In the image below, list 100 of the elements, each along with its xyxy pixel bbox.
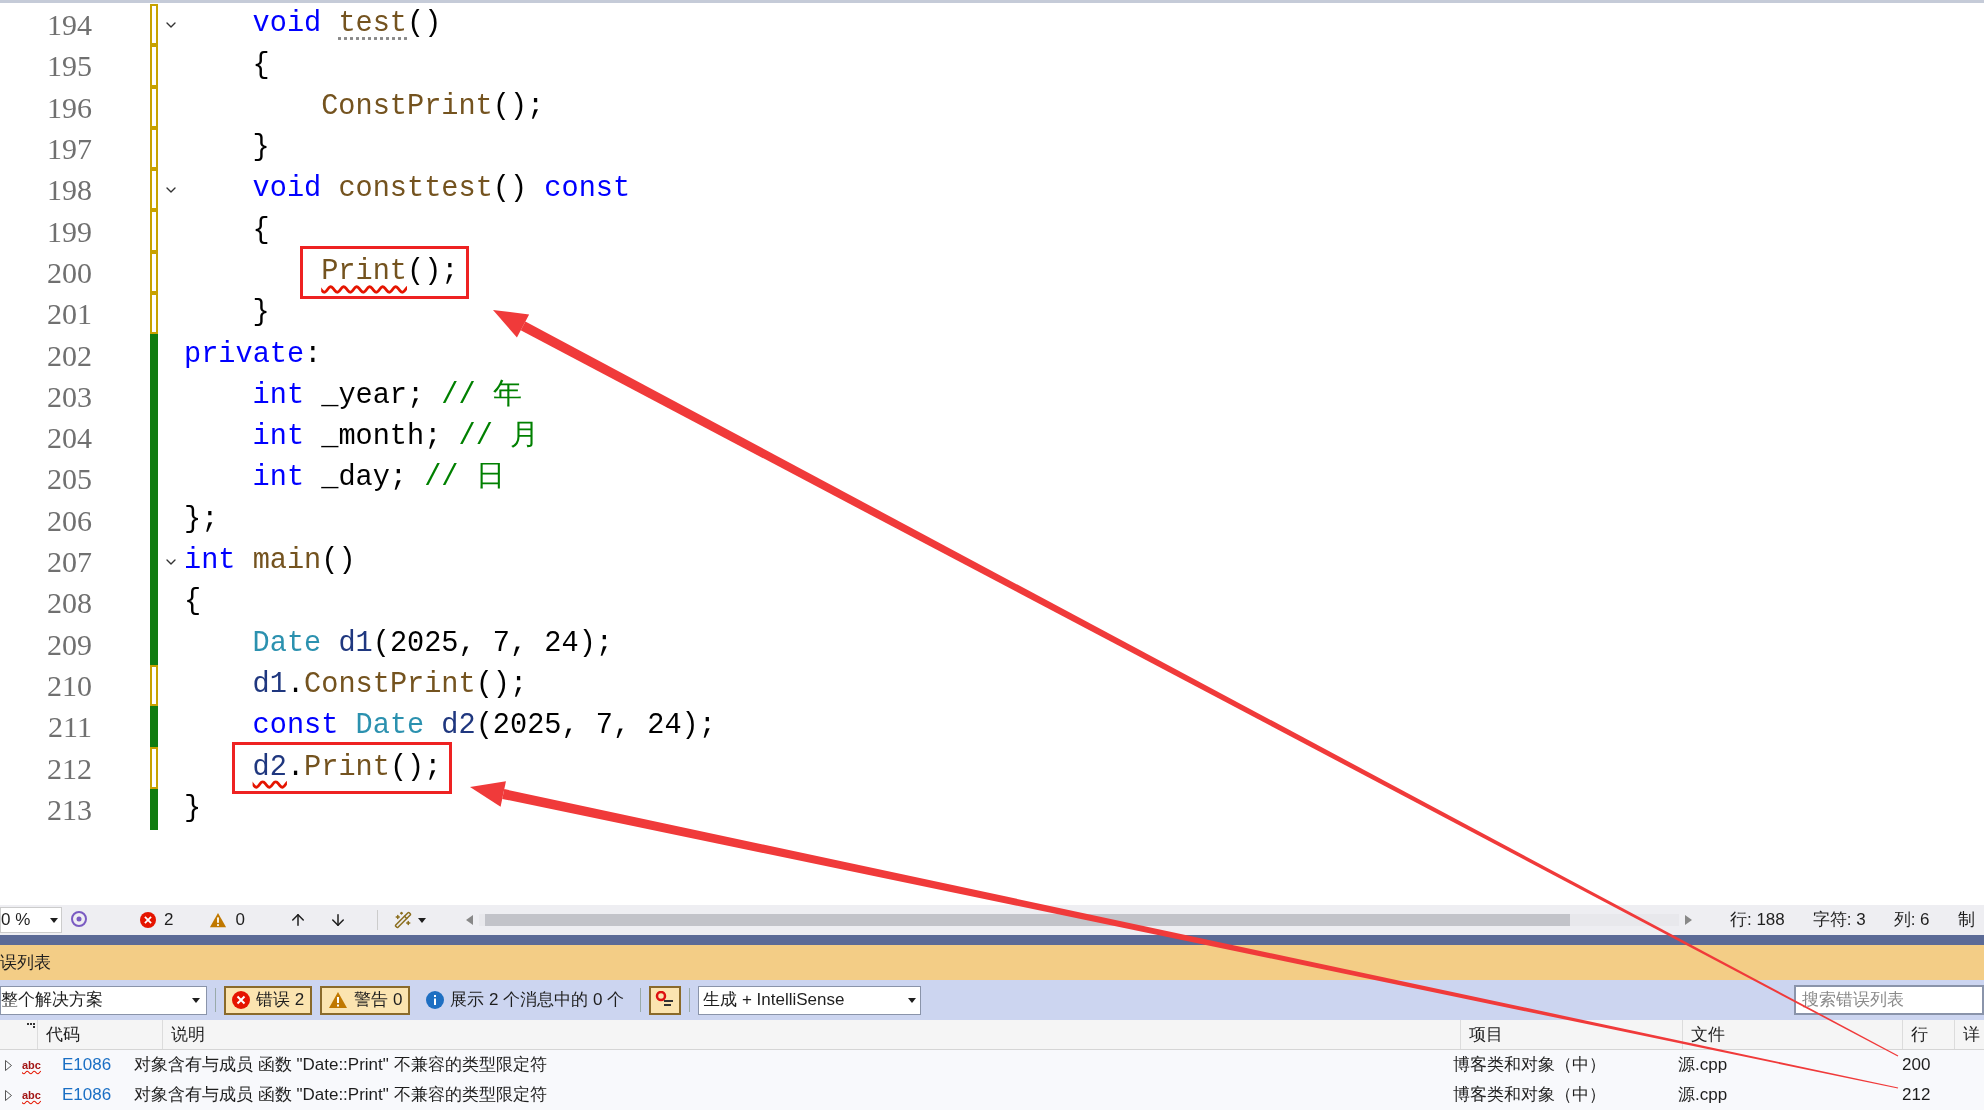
code-token: ConstPrint xyxy=(304,666,476,703)
column-header[interactable]: 说明 xyxy=(171,1021,206,1048)
warning-count[interactable]: 0 xyxy=(235,907,245,933)
code-token: test xyxy=(338,6,408,43)
code-token: // 日 xyxy=(424,460,505,497)
column-header[interactable]: 详 xyxy=(1963,1021,1981,1048)
filter-button[interactable]: 展示 2 个消息中的 0 个 xyxy=(418,985,633,1015)
column-options-icon[interactable] xyxy=(27,1022,36,1029)
file-name: 源.cpp xyxy=(1678,1055,1728,1075)
warning-icon xyxy=(328,991,349,1009)
caret-icon xyxy=(417,917,426,923)
filter-toggle-button[interactable] xyxy=(649,985,682,1015)
code-token: int xyxy=(252,377,305,414)
filter-button[interactable]: 警告 0 xyxy=(320,985,411,1015)
line-number: 200 xyxy=(46,254,92,291)
error-count[interactable]: 2 xyxy=(164,907,174,933)
code-token: }; xyxy=(184,501,219,538)
code-token: (2025, 7, 24); xyxy=(475,708,716,745)
code-token: } xyxy=(252,295,270,332)
line-number-cell: 212 xyxy=(1902,1085,1931,1105)
code-token: _month; xyxy=(320,419,443,456)
cursor-column: 列: 6 xyxy=(1893,907,1930,933)
panel-title: 误列表 xyxy=(0,951,51,974)
code-token: () xyxy=(407,6,442,43)
line-number: 196 xyxy=(46,89,92,126)
error-code-link[interactable]: E1086 xyxy=(62,1085,112,1105)
expand-icon[interactable] xyxy=(5,1089,12,1101)
filter-button[interactable]: 错误 2 xyxy=(224,985,313,1015)
code-token: ConstPrint xyxy=(321,88,493,125)
error-icon xyxy=(140,912,156,928)
line-number: 203 xyxy=(46,378,92,415)
info-icon xyxy=(426,991,445,1009)
expand-icon[interactable] xyxy=(5,1059,12,1071)
scroll-left-icon[interactable] xyxy=(465,915,473,925)
line-number: 205 xyxy=(46,461,92,498)
project-name: 博客类和对象（中） xyxy=(1453,1055,1606,1075)
build-dropdown[interactable]: 生成 + IntelliSense xyxy=(698,985,922,1015)
code-token: void xyxy=(252,171,323,208)
spelling-icon: abc xyxy=(22,1056,48,1074)
code-token: { xyxy=(184,584,202,621)
code-token: Print xyxy=(321,254,407,290)
code-token: const xyxy=(544,171,631,208)
zoom-dropdown[interactable]: 0 % xyxy=(0,907,62,933)
code-token: (); xyxy=(492,88,545,125)
code-token: consttest xyxy=(338,171,493,208)
line-number: 212 xyxy=(46,750,92,787)
line-number: 210 xyxy=(46,667,92,704)
line-number: 199 xyxy=(46,213,92,250)
error-description: 对象含有与成员 函数 "Date::Print" 不兼容的类型限定符 xyxy=(134,1085,547,1105)
project-name: 博客类和对象（中） xyxy=(1453,1085,1606,1105)
spelling-icon: abc xyxy=(22,1086,48,1104)
code-token: { xyxy=(252,212,270,249)
cursor-char: 字符: 3 xyxy=(1812,909,1866,932)
tab-mode: 制 xyxy=(1957,909,1975,932)
code-token: Date xyxy=(252,625,323,662)
code-token: (); xyxy=(475,666,528,703)
code-token: } xyxy=(184,790,202,827)
line-number: 202 xyxy=(46,337,92,374)
line-number: 209 xyxy=(46,626,92,663)
caret-icon xyxy=(192,997,200,1003)
code-token: () xyxy=(321,543,356,580)
code-token: int xyxy=(252,460,305,497)
code-token: main xyxy=(252,543,322,580)
filter-icon xyxy=(655,991,676,1009)
line-number: 195 xyxy=(46,48,92,85)
line-number: 201 xyxy=(46,296,92,333)
scope-dropdown[interactable]: 整个解决方案 xyxy=(0,985,207,1015)
line-number: 207 xyxy=(46,544,92,580)
health-icon xyxy=(70,910,88,930)
code-token: d1 xyxy=(252,666,287,703)
column-header[interactable]: 行 xyxy=(1911,1021,1929,1048)
column-header[interactable]: 项目 xyxy=(1469,1021,1504,1048)
code-token: const xyxy=(252,708,340,745)
code-token: _year; xyxy=(320,377,426,414)
line-number: 198 xyxy=(46,172,92,209)
code-token: d2 xyxy=(252,749,287,786)
error-description: 对象含有与成员 函数 "Date::Print" 不兼容的类型限定符 xyxy=(134,1055,547,1075)
code-token: private xyxy=(184,336,305,373)
column-header[interactable]: 代码 xyxy=(46,1021,81,1048)
cleanup-icon[interactable] xyxy=(393,911,412,929)
error-code-link[interactable]: E1086 xyxy=(62,1055,112,1075)
line-number: 208 xyxy=(46,585,92,622)
code-token: _day; xyxy=(320,460,409,497)
code-token: d2 xyxy=(441,708,476,745)
line-number: 211 xyxy=(47,709,92,746)
code-token: (2025, 7, 24); xyxy=(372,625,613,662)
line-number: 197 xyxy=(46,131,92,168)
caret-icon xyxy=(50,917,58,923)
scroll-right-icon[interactable] xyxy=(1684,915,1692,925)
code-token: } xyxy=(252,130,270,167)
code-token: Print xyxy=(304,749,390,786)
code-token: (); xyxy=(389,749,442,786)
column-header[interactable]: 文件 xyxy=(1690,1021,1725,1048)
error-icon xyxy=(232,991,250,1009)
code-token: Date xyxy=(355,708,426,745)
code-token: (); xyxy=(407,254,459,290)
code-token: void xyxy=(252,6,323,43)
search-field[interactable]: 搜索错误列表 xyxy=(1794,985,1984,1015)
code-token: int xyxy=(184,543,237,580)
code-token: d1 xyxy=(338,625,373,662)
